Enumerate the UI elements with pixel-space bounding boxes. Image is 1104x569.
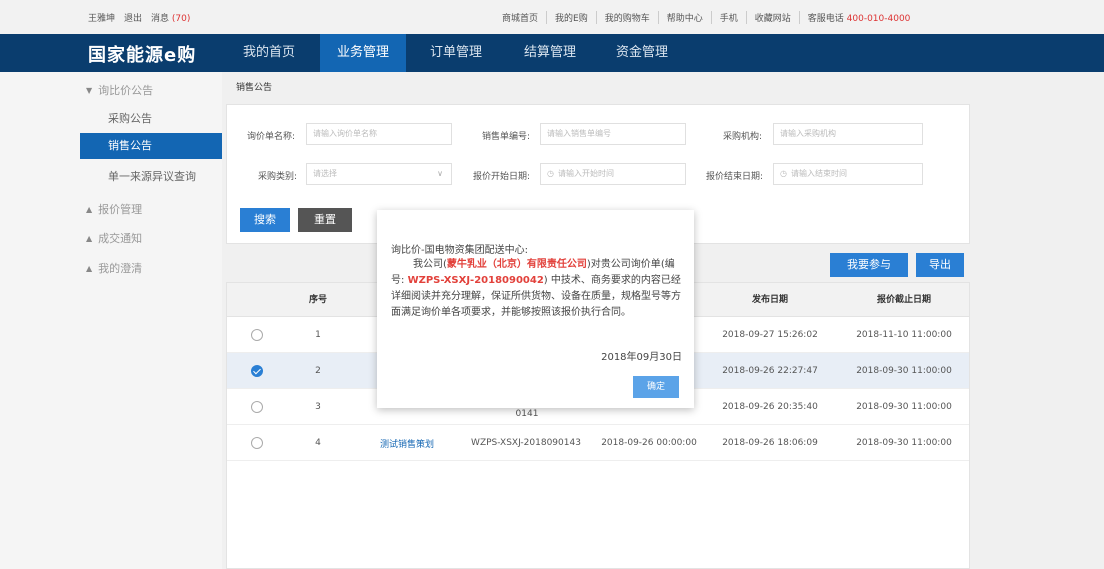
participate-button[interactable]: 我要参与 bbox=[830, 253, 908, 277]
dialog-code: WZPS-XSXJ-2018090042 bbox=[407, 275, 544, 286]
site-logo[interactable]: 国家能源e购 bbox=[88, 41, 196, 67]
start-date-placeholder: 请输入开始时间 bbox=[557, 169, 614, 178]
link-my-egou[interactable]: 我的E购 bbox=[547, 11, 597, 24]
dialog-company: 蒙牛乳业（北京）有限责任公司 bbox=[446, 259, 587, 270]
nav-funds[interactable]: 资金管理 bbox=[604, 34, 680, 72]
commitment-dialog: 询比价-国电物资集团配送中心: 我公司(蒙牛乳业（北京）有限责任公司)对贵公司询… bbox=[377, 210, 694, 408]
logout-link[interactable]: 退出 bbox=[124, 11, 142, 24]
radio-checked-icon bbox=[251, 365, 263, 377]
caret-up-icon: ▲ bbox=[86, 204, 93, 214]
org-input[interactable]: 请输入采购机构 bbox=[773, 123, 923, 145]
radio-icon bbox=[251, 329, 263, 341]
sidebar-group-quote[interactable]: ▲ 报价管理 bbox=[86, 201, 142, 217]
cell-deadline: 2018-11-10 11:00:00 bbox=[856, 330, 952, 340]
clock-icon: ◷ bbox=[780, 169, 787, 178]
cell-publish-date: 2018-09-26 22:27:47 bbox=[722, 366, 818, 376]
org-label: 采购机构: bbox=[723, 132, 763, 142]
start-date-input[interactable]: ◷ 请输入开始时间 bbox=[540, 163, 686, 185]
dialog-company-pre: 我公司( bbox=[413, 259, 447, 270]
cell-publish-date: 2018-09-26 18:06:09 bbox=[722, 438, 818, 448]
export-button[interactable]: 导出 bbox=[916, 253, 964, 277]
main-nav: 国家能源e购 我的首页 业务管理 订单管理 结算管理 资金管理 bbox=[0, 34, 1104, 72]
header-no: 序号 bbox=[308, 295, 327, 305]
top-utility-bar: 王雅坤 退出 消息 (70) 商城首页 我的E购 我的购物车 帮助中心 手机 收… bbox=[0, 0, 1104, 34]
cell-deadline: 2018-09-30 11:00:00 bbox=[856, 402, 952, 412]
sidebar-group-inquiry[interactable]: ▼ 询比价公告 bbox=[86, 82, 153, 98]
messages-count: (70) bbox=[171, 14, 191, 24]
link-mall-home[interactable]: 商城首页 bbox=[494, 11, 548, 24]
sidebar-group-clarify[interactable]: ▲ 我的澄清 bbox=[86, 260, 142, 276]
confirm-button[interactable]: 确定 bbox=[633, 376, 679, 398]
cell-no: 2 bbox=[315, 366, 321, 376]
header-publish-date: 发布日期 bbox=[751, 295, 788, 305]
dialog-recipient: 询比价-国电物资集团配送中心: bbox=[391, 245, 528, 256]
cell-code: WZPS-XSXJ-2018090143 bbox=[471, 438, 581, 448]
chevron-down-icon: ∨ bbox=[437, 169, 443, 178]
cell-start-date: 2018-09-26 00:00:00 bbox=[601, 438, 697, 448]
link-help-center[interactable]: 帮助中心 bbox=[659, 11, 712, 24]
nav-business[interactable]: 业务管理 bbox=[320, 34, 406, 72]
cell-deadline: 2018-09-30 11:00:00 bbox=[856, 438, 952, 448]
sidebar-group-label: 我的澄清 bbox=[98, 262, 143, 275]
caret-up-icon: ▲ bbox=[86, 233, 93, 243]
sidebar-item-sales[interactable]: 销售公告 bbox=[80, 133, 222, 159]
breadcrumb: 销售公告 bbox=[236, 83, 273, 93]
sidebar-group-label: 询比价公告 bbox=[98, 84, 154, 97]
sales-no-input[interactable]: 请输入销售单编号 bbox=[540, 123, 686, 145]
sidebar-item-purchase[interactable]: 采购公告 bbox=[80, 106, 222, 132]
radio-icon bbox=[251, 437, 263, 449]
hotline: 客服电话 400-010-4000 bbox=[800, 11, 919, 24]
radio-icon bbox=[251, 401, 263, 413]
start-date-label: 报价开始日期: bbox=[473, 172, 531, 182]
clock-icon: ◷ bbox=[547, 169, 554, 178]
cell-no: 3 bbox=[315, 402, 321, 412]
cell-publish-date: 2018-09-26 20:35:40 bbox=[722, 402, 818, 412]
messages-label: 消息 bbox=[151, 14, 170, 24]
cell-name-link[interactable]: 测试销售策划 bbox=[357, 425, 457, 461]
sidebar-group-deal[interactable]: ▲ 成交通知 bbox=[86, 230, 142, 246]
row-radio[interactable] bbox=[245, 317, 269, 353]
end-date-placeholder: 请输入结束时间 bbox=[790, 169, 847, 178]
row-radio[interactable] bbox=[245, 389, 269, 425]
nav-home[interactable]: 我的首页 bbox=[232, 34, 306, 72]
user-name[interactable]: 王雅坤 bbox=[88, 11, 115, 24]
category-select[interactable]: 请选择 ∨ bbox=[306, 163, 452, 185]
sidebar-group-label: 成交通知 bbox=[98, 232, 143, 245]
category-value: 请选择 bbox=[313, 169, 337, 178]
table-row[interactable]: 4 测试销售策划 WZPS-XSXJ-2018090143 2018-09-26… bbox=[227, 425, 969, 461]
hotline-number: 400-010-4000 bbox=[846, 14, 911, 24]
link-my-cart[interactable]: 我的购物车 bbox=[597, 11, 659, 24]
category-label: 采购类别: bbox=[258, 172, 298, 182]
end-date-label: 报价结束日期: bbox=[706, 172, 764, 182]
end-date-input[interactable]: ◷ 请输入结束时间 bbox=[773, 163, 923, 185]
cell-no: 4 bbox=[315, 438, 321, 448]
caret-down-icon: ▼ bbox=[86, 85, 93, 95]
header-deadline: 报价截止日期 bbox=[876, 295, 931, 305]
dialog-company-post: )对贵公司询价单 bbox=[586, 259, 661, 270]
nav-settlement[interactable]: 结算管理 bbox=[512, 34, 588, 72]
search-button[interactable]: 搜索 bbox=[240, 208, 290, 232]
cell-no: 1 bbox=[315, 330, 321, 340]
inquiry-name-input[interactable]: 请输入询价单名称 bbox=[306, 123, 452, 145]
caret-up-icon: ▲ bbox=[86, 263, 93, 273]
cell-deadline: 2018-09-30 11:00:00 bbox=[856, 366, 952, 376]
link-mobile[interactable]: 手机 bbox=[712, 11, 747, 24]
dialog-body: 我公司(蒙牛乳业（北京）有限责任公司)对贵公司询价单(编号: WZPS-XSXJ… bbox=[391, 257, 685, 321]
row-radio[interactable] bbox=[245, 353, 269, 389]
sidebar-group-label: 报价管理 bbox=[98, 203, 143, 216]
dialog-date: 2018年09月30日 bbox=[601, 352, 682, 363]
reset-button[interactable]: 重置 bbox=[298, 208, 352, 232]
row-radio[interactable] bbox=[245, 425, 269, 461]
hotline-label: 客服电话 bbox=[807, 14, 844, 24]
sales-no-label: 销售单编号: bbox=[482, 132, 531, 142]
nav-orders[interactable]: 订单管理 bbox=[418, 34, 494, 72]
messages-link[interactable]: 消息 (70) bbox=[151, 11, 190, 24]
link-bookmark[interactable]: 收藏网站 bbox=[747, 11, 800, 24]
sidebar-item-objection[interactable]: 单一来源异议查询 bbox=[80, 164, 222, 190]
cell-publish-date: 2018-09-27 15:26:02 bbox=[722, 330, 818, 340]
inquiry-name-label: 询价单名称: bbox=[247, 132, 296, 142]
